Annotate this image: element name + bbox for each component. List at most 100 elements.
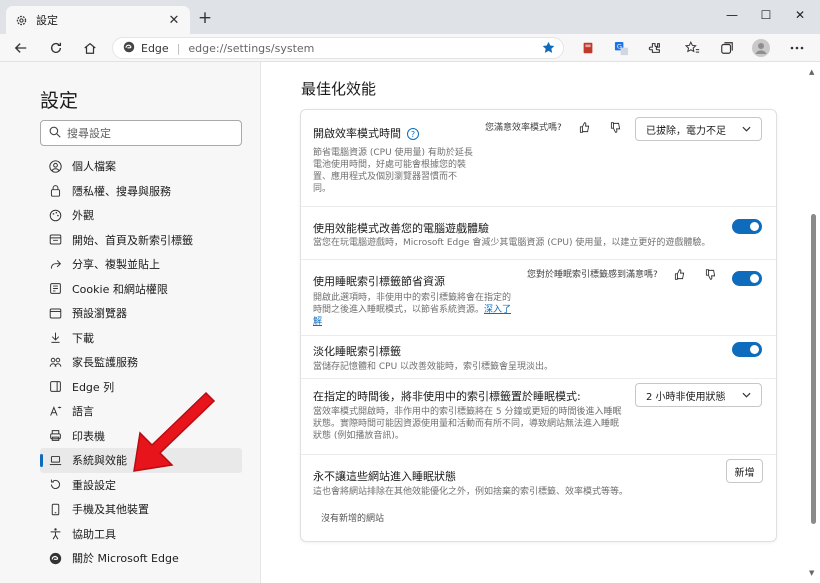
tab-settings[interactable]: 設定 ✕ xyxy=(6,6,190,34)
avatar[interactable] xyxy=(752,39,770,57)
learn-more-link[interactable]: 深入了 xyxy=(484,305,511,315)
share-icon xyxy=(48,257,62,271)
reset-icon xyxy=(48,478,62,492)
cookie-icon xyxy=(48,282,62,296)
title-bar: 設定 ✕ + — ☐ ✕ xyxy=(0,0,820,34)
appearance-icon xyxy=(48,208,62,222)
sidebar-item-start-home[interactable]: 開始、首頁及新索引標籤 xyxy=(40,228,242,253)
sidebar-item-downloads[interactable]: 下載 xyxy=(40,326,242,351)
sleep-time-dropdown[interactable]: 2 小時非使用狀態 xyxy=(635,383,762,407)
sidebar-item-label: 外觀 xyxy=(72,209,94,223)
settings-sidebar: 設定 搜尋設定 個人檔案 隱私權、搜尋與服務 外觀 開始、首頁及新索引標籤 分享… xyxy=(0,62,261,583)
sidebar-item-about[interactable]: 關於 Microsoft Edge xyxy=(40,546,242,571)
edge-logo-icon xyxy=(48,551,62,565)
never-sleep-row: 永不讓這些網站進入睡眠狀態 這也會將網站排除在其他效能優化之外，例如捨棄的索引標… xyxy=(301,455,776,541)
address-separator: | xyxy=(176,41,181,55)
sidebar-item-label: 語言 xyxy=(72,405,94,419)
sidebar-item-appearance[interactable]: 外觀 xyxy=(40,203,242,228)
learn-more-link-cont[interactable]: 解 xyxy=(313,317,322,327)
back-icon[interactable] xyxy=(11,38,31,58)
toolbar: Edge | edge://settings/system G xyxy=(0,34,820,62)
thumbs-up-icon[interactable] xyxy=(577,120,591,134)
help-icon[interactable]: ? xyxy=(407,128,419,140)
sidebar-item-privacy[interactable]: 隱私權、搜尋與服務 xyxy=(40,179,242,204)
sleeping-tabs-toggle[interactable] xyxy=(732,271,762,286)
minimize-icon[interactable]: — xyxy=(723,8,741,22)
desc-line: 狀態。實際時間可能因資源使用量和活動而有所不同，導致網站無法進入睡眠 xyxy=(313,419,620,429)
sleeping-tabs-desc: 開啟此選項時，非使用中的索引標籤將會在指定的 時間之後進入睡眠模式，以節省系統資… xyxy=(313,292,511,328)
maximize-icon[interactable]: ☐ xyxy=(757,8,775,22)
translate-icon[interactable]: G xyxy=(612,39,630,57)
sidebar-item-label: 家長監護服務 xyxy=(72,356,138,370)
scrollbar-thumb[interactable] xyxy=(811,214,816,524)
add-site-button[interactable]: 新增 xyxy=(726,459,763,483)
sidebar-item-accessibility[interactable]: 協助工具 xyxy=(40,522,242,547)
thumbs-down-icon[interactable] xyxy=(703,267,717,281)
accessibility-icon xyxy=(48,527,62,541)
thumbs-down-icon[interactable] xyxy=(608,120,622,134)
desc-line: 節省電腦資源 (CPU 使用量) 有助於延長 xyxy=(313,148,473,158)
chevron-down-icon xyxy=(742,390,751,401)
refresh-icon[interactable] xyxy=(46,38,66,58)
home-tab-icon xyxy=(48,233,62,247)
sidebar-item-phone[interactable]: 手機及其他裝置 xyxy=(40,497,242,522)
fade-tabs-title: 淡化睡眠索引標籤 xyxy=(313,345,401,358)
fade-tabs-toggle[interactable] xyxy=(732,342,762,357)
home-icon[interactable] xyxy=(80,38,100,58)
more-menu-icon[interactable] xyxy=(788,39,806,57)
chevron-down-icon xyxy=(742,124,751,135)
thumbs-up-icon[interactable] xyxy=(672,267,686,281)
address-bar[interactable]: Edge | edge://settings/system xyxy=(112,37,564,59)
collections-icon[interactable] xyxy=(718,39,736,57)
sidebar-item-label: 重設設定 xyxy=(72,478,116,492)
laptop-icon xyxy=(48,453,62,467)
never-sleep-title: 永不讓這些網站進入睡眠狀態 xyxy=(313,470,456,483)
lock-icon xyxy=(48,184,62,198)
gear-icon xyxy=(14,13,28,27)
sidebar-item-family[interactable]: 家長監護服務 xyxy=(40,350,242,375)
efficiency-mode-dropdown[interactable]: 已拔除，電力不足 xyxy=(635,117,762,141)
sidebar-item-label: 個人檔案 xyxy=(72,160,116,174)
page-title: 最佳化效能 xyxy=(301,80,377,98)
sleep-time-value: 2 小時非使用狀態 xyxy=(646,391,726,403)
efficiency-title-text: 開啟效率模式時間 xyxy=(313,127,401,140)
extension-book-icon[interactable] xyxy=(579,39,597,57)
scroll-up-icon[interactable]: ▲ xyxy=(809,68,814,76)
fade-tabs-row: 淡化睡眠索引標籤 當儲存記憶體和 CPU 以改善效能時，索引標籤會呈現淡出。 xyxy=(301,336,776,379)
performance-card: 開啟效率模式時間? 節省電腦資源 (CPU 使用量) 有助於延長 電池使用時間，… xyxy=(300,109,777,542)
sleeping-tabs-title: 使用睡眠索引標籤節省資源 xyxy=(313,275,445,288)
tab-title: 設定 xyxy=(36,14,58,27)
sleeping-tabs-row: 使用睡眠索引標籤節省資源 開啟此選項時，非使用中的索引標籤將會在指定的 時間之後… xyxy=(301,260,776,336)
desc-line: 開啟此選項時，非使用中的索引標籤將會在指定的 xyxy=(313,293,512,303)
sidebar-item-profile[interactable]: 個人檔案 xyxy=(40,154,242,179)
profile-icon xyxy=(48,159,62,173)
sidebar-item-label: 分享、複製並貼上 xyxy=(72,258,160,272)
sleep-time-desc: 當效率模式開啟時，非作用中的索引標籤將在 5 分鐘或更短的時間後進入睡眠 狀態。… xyxy=(313,406,621,442)
sidebar-item-label: 協助工具 xyxy=(72,527,116,541)
sidebar-item-reset[interactable]: 重設設定 xyxy=(40,473,242,498)
sidebar-item-share[interactable]: 分享、複製並貼上 xyxy=(40,252,242,277)
gaming-mode-title: 使用效能模式改善您的電腦遊戲體驗 xyxy=(313,222,489,235)
efficiency-feedback-text: 您滿意效率模式嗎? xyxy=(485,123,562,133)
efficiency-mode-desc: 節省電腦資源 (CPU 使用量) 有助於延長 電池使用時間，好處可能會根據您的裝… xyxy=(313,147,473,195)
empty-sites-text: 沒有新增的網站 xyxy=(321,514,385,524)
favorite-star-icon[interactable] xyxy=(542,41,555,57)
close-tab-icon[interactable]: ✕ xyxy=(166,13,182,28)
close-window-icon[interactable]: ✕ xyxy=(791,8,809,22)
sidebar-item-default-browser[interactable]: 預設瀏覽器 xyxy=(40,301,242,326)
extensions-icon[interactable] xyxy=(646,39,664,57)
efficiency-mode-title: 開啟效率模式時間? xyxy=(313,125,419,141)
site-label: Edge xyxy=(141,41,169,55)
desc-line: 時間之後進入睡眠模式，以節省系統資源。 xyxy=(313,305,485,315)
search-placeholder: 搜尋設定 xyxy=(67,127,111,140)
search-input[interactable]: 搜尋設定 xyxy=(40,120,242,146)
gaming-mode-toggle[interactable] xyxy=(732,219,762,234)
new-tab-button[interactable]: + xyxy=(197,9,213,27)
favorites-icon[interactable] xyxy=(683,39,701,57)
scroll-down-icon[interactable]: ▼ xyxy=(809,569,814,577)
sleep-time-row: 在指定的時間後，將非使用中的索引標籤置於睡眠模式: 當效率模式開啟時，非作用中的… xyxy=(301,379,776,455)
desc-line: 置、應用程式及個別瀏覽器習慣而不 xyxy=(313,172,458,182)
sidebar-item-label: 印表機 xyxy=(72,429,105,443)
sidebar-item-cookies[interactable]: Cookie 和網站權限 xyxy=(40,277,242,302)
sidebar-item-label: 手機及其他裝置 xyxy=(72,503,149,517)
